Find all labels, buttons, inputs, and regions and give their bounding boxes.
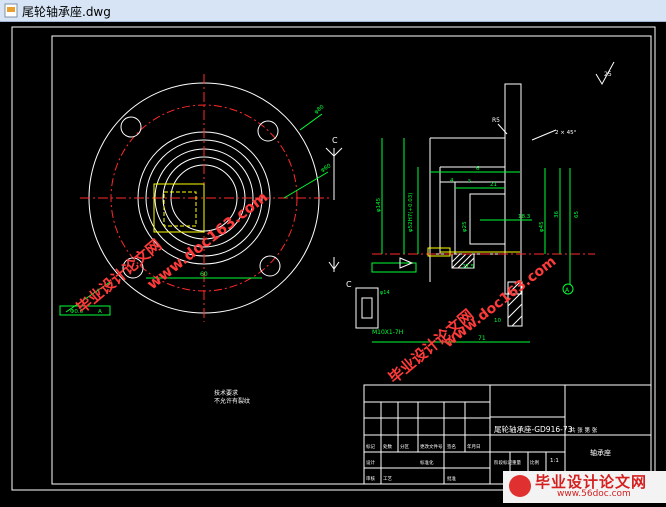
watermark-4: 毕业设计论文网 [385,306,477,387]
sheet-info: 共 张 第 张 [570,426,598,434]
dim-65: 65 [574,211,580,218]
tolerance-frame-datum: A [98,309,102,315]
site-logo-icon [509,475,531,497]
view-label-c: C [332,136,338,145]
banner-url: www.56doc.com [557,489,631,499]
dim-45: φ45 [539,221,545,232]
svg-text:签名: 签名 [447,443,456,450]
dim-outer-phi: φ80 [313,104,325,116]
part-code: 尾轮轴承座-GD916-73 [494,424,573,434]
svg-text:处数: 处数 [383,443,392,450]
tech-req-line: 不允许有裂纹 [214,397,250,405]
dim-18-3: 18.3 [518,214,531,220]
dim-bearing-fit: φ52H7(+0.03) [408,193,414,232]
dim-27-5: 27.5 [462,264,475,270]
part-name: 轴承座 [590,448,611,457]
dim-71: 71 [478,335,486,342]
drawing-svg: 60 Φ0.6 A φ80 φ60 技术要求 不允许有裂纹 φ52H7(+0.0… [11,26,656,491]
dim-left-diameter: φ145 [376,197,382,212]
svg-text:比例: 比例 [530,459,539,466]
dim-6: 6 [476,166,480,172]
svg-text:分区: 分区 [400,443,409,450]
tech-req-title: 技术要求 [214,389,238,397]
window-title: 尾轮轴承座.dwg [22,5,111,19]
site-banner: 毕业设计论文网 www.56doc.com [503,471,666,503]
svg-text:批准: 批准 [447,475,456,482]
svg-text:年月日: 年月日 [467,443,481,450]
svg-text:审核: 审核 [366,475,375,482]
dwg-file-icon [4,3,18,18]
cad-drawing-canvas[interactable]: 60 Φ0.6 A φ80 φ60 技术要求 不允许有裂纹 φ52H7(+0.0… [0,22,666,503]
dim-21: 21 [490,182,497,188]
dim-r5: R5 [492,117,500,124]
svg-text:工艺: 工艺 [383,476,392,482]
svg-text:毕业设计论文网: 毕业设计论文网 [385,306,477,387]
svg-text:更改文件号: 更改文件号 [420,443,443,450]
section-label-c: C [346,280,352,289]
dim-4: 4 [450,178,454,184]
dim-s: s [468,178,471,184]
dim-bolt-phi: φ60 [320,163,333,174]
dim-inner-diameter: φ25 [462,221,468,232]
datum-a: A [565,287,570,294]
title-bar: 尾轮轴承座.dwg [0,0,666,22]
thread-callout: M10X1-7H [372,329,403,336]
svg-text:阶段标记: 阶段标记 [494,459,512,466]
svg-text:重量: 重量 [512,459,521,466]
svg-text:标记: 标记 [366,443,375,450]
dim-36: 36 [554,211,560,218]
section-view: φ52H7(+0.03) φ145 21 6 4 s 18.3 27.5 φ25… [332,61,615,343]
scale-value: 1:1 [550,458,559,464]
svg-text:标准化: 标准化 [420,459,434,466]
title-block [363,384,652,485]
dim-60: 60 [200,271,208,278]
dim-c-width: φ14 [380,290,390,296]
dim-10: 10 [494,318,501,324]
surface-finish: 25 [604,71,612,78]
svg-text:设计: 设计 [366,459,375,466]
dim-chamfer: 2 × 45° [555,130,577,136]
